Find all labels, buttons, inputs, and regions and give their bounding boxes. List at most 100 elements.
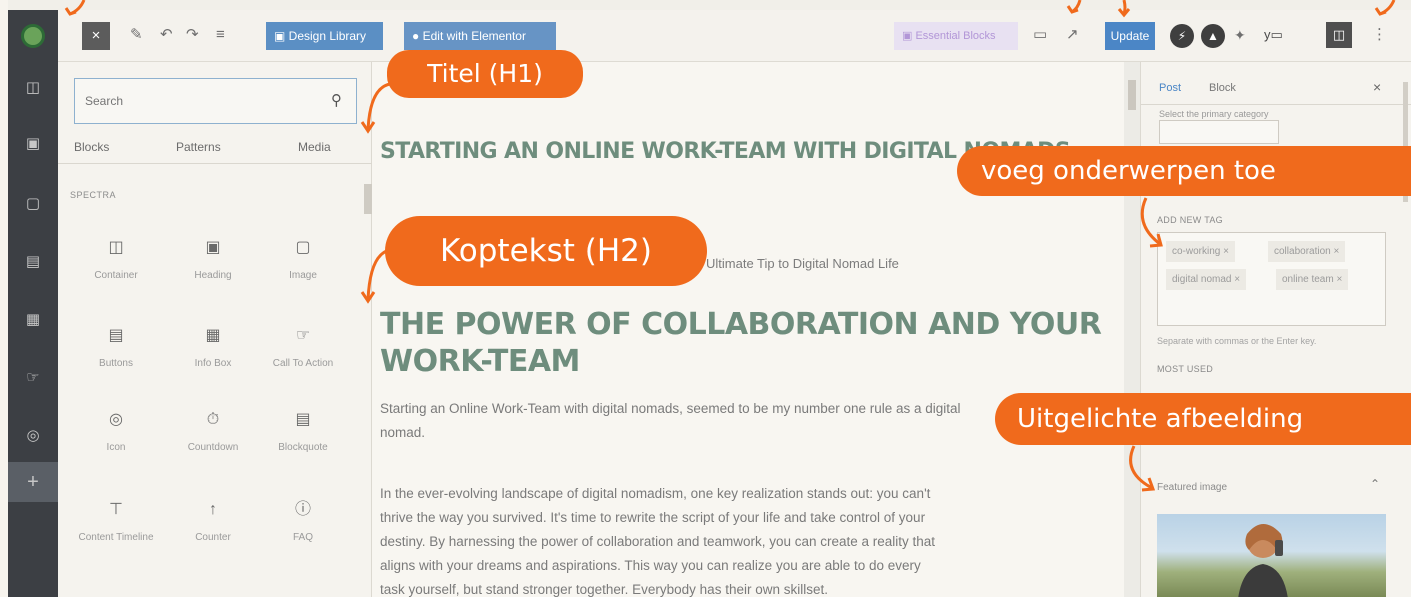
buttons-icon: ▤: [108, 327, 124, 344]
tag-chip[interactable]: digital nomad ×: [1166, 269, 1247, 290]
settings-scrollbar[interactable]: [1401, 62, 1411, 597]
settings-divider: [1141, 104, 1411, 105]
primary-category-label: Select the primary category: [1159, 109, 1269, 119]
preview-desktop-icon[interactable]: ▭: [1033, 25, 1047, 45]
person-photo: [1238, 524, 1288, 597]
block-search-input[interactable]: [85, 79, 315, 122]
timeline-icon: ⊤: [109, 501, 123, 518]
block-image[interactable]: ▢ Image: [258, 236, 348, 282]
top-arrow-update: [1117, 0, 1131, 18]
block-icon[interactable]: ◎ Icon: [71, 408, 161, 454]
image-nav-icon[interactable]: ▢: [21, 192, 45, 216]
paragraph-line: task yourself, but stand stronger togeth…: [380, 582, 828, 597]
callout-tags-arrow: [1140, 197, 1163, 248]
settings-nav-icon[interactable]: ◎: [21, 424, 45, 448]
editor-scrollbar[interactable]: [1124, 62, 1140, 597]
block-buttons[interactable]: ▤ Buttons: [71, 324, 161, 370]
admin-sidebar: ◫ ▣ ▢ ▤ ▦ ☞ ◎ +: [8, 10, 58, 597]
chevron-up-icon[interactable]: ⌃: [1370, 477, 1380, 491]
block-label: Container: [94, 270, 138, 281]
callout-title-arrow: [360, 82, 391, 134]
tag-chip[interactable]: collaboration ×: [1268, 241, 1346, 262]
top-arrow-preview: [1066, 0, 1082, 14]
block-countdown[interactable]: ⏱ Countdown: [168, 408, 258, 454]
most-used-label[interactable]: MOST USED: [1157, 364, 1213, 374]
paragraph-line: thrive the way you survived. It's time t…: [380, 510, 926, 525]
tab-block[interactable]: Block: [1209, 82, 1236, 94]
inserter-scrollbar[interactable]: [364, 170, 372, 590]
more-options-icon[interactable]: ⋮: [1372, 25, 1387, 45]
block-inserter-panel: ⚲ Blocks Patterns Media SPECTRA ◫ Contai…: [58, 62, 372, 597]
featured-image-label[interactable]: Featured image: [1157, 482, 1227, 493]
buttons-nav-icon[interactable]: ▤: [21, 250, 45, 274]
tag-chip[interactable]: online team ×: [1276, 269, 1349, 290]
container-icon: ◫: [108, 239, 124, 256]
editor-canvas: STARTING AN ONLINE WORK-TEAM WITH DIGITA…: [372, 62, 1124, 597]
block-faq[interactable]: ⓘ FAQ: [258, 498, 348, 544]
essential-blocks-button[interactable]: ▣ Essential Blocks: [894, 22, 1018, 50]
countdown-icon: ⏱: [206, 411, 220, 428]
primary-category-select[interactable]: [1159, 120, 1279, 144]
tab-media[interactable]: Media: [298, 140, 331, 154]
tab-patterns[interactable]: Patterns: [176, 140, 221, 154]
pencil-icon[interactable]: ✎: [130, 25, 143, 45]
block-container[interactable]: ◫ Container: [71, 236, 161, 282]
redo-icon[interactable]: ↷: [186, 25, 199, 45]
featured-image[interactable]: [1157, 514, 1386, 597]
tag-input-box[interactable]: co-working × collaboration × digital nom…: [1157, 232, 1386, 326]
top-arrow-left: [64, 0, 86, 16]
image-icon: ▢: [295, 239, 311, 256]
block-blockquote[interactable]: ▤ Blockquote: [258, 408, 348, 454]
list-view-icon[interactable]: ≡: [216, 25, 225, 45]
block-info-box[interactable]: ▦ Info Box: [168, 324, 258, 370]
heading-nav-icon[interactable]: ▣: [21, 132, 45, 156]
undo-icon[interactable]: ↶: [160, 25, 173, 45]
add-block-icon[interactable]: +: [8, 462, 58, 502]
block-label: Blockquote: [278, 442, 328, 453]
tab-post[interactable]: Post: [1159, 82, 1181, 94]
design-library-label: Design Library: [288, 29, 367, 43]
block-heading[interactable]: ▣ Heading: [168, 236, 258, 282]
close-settings-icon[interactable]: ×: [1373, 79, 1381, 95]
block-label: Countdown: [187, 442, 239, 453]
design-library-button[interactable]: ▣ Design Library: [266, 22, 383, 50]
tab-divider: [58, 163, 372, 164]
top-toolbar: × ✎ ↶ ↷ ≡ ▣ Design Library ● Edit with E…: [58, 10, 1411, 62]
faq-icon: ⓘ: [294, 501, 311, 518]
block-call-to-action[interactable]: ☞ Call To Action: [258, 324, 348, 370]
info-nav-icon[interactable]: ▦: [21, 308, 45, 332]
paragraph-line: In the ever-evolving landscape of digita…: [380, 486, 931, 501]
top-arrow-right: [1374, 0, 1396, 16]
jetpack-icon[interactable]: ⚡: [1170, 24, 1194, 48]
settings-toggle-icon[interactable]: ◫: [1326, 22, 1352, 48]
paragraph-intro[interactable]: Starting an Online Work-Team with digita…: [380, 397, 980, 445]
scroll-thumb[interactable]: [364, 184, 372, 214]
block-label: FAQ: [292, 532, 313, 543]
external-view-icon[interactable]: ↗: [1066, 25, 1079, 45]
call-to-action-icon: ☞: [295, 327, 311, 344]
info-box-icon: ▦: [205, 327, 221, 344]
scroll-thumb[interactable]: [1128, 80, 1136, 110]
close-inserter-button[interactable]: ×: [82, 22, 110, 50]
block-label: Image: [289, 270, 317, 281]
subheading[interactable]: Ultimate Tip to Digital Nomad Life: [706, 256, 899, 271]
tab-blocks[interactable]: Blocks: [74, 140, 109, 154]
block-label: Icon: [106, 442, 126, 453]
counter-icon: ↑: [209, 501, 217, 518]
tag-chip[interactable]: co-working ×: [1166, 241, 1235, 262]
yoast-icon[interactable]: y▭: [1264, 25, 1283, 45]
block-label: Info Box: [194, 358, 232, 369]
container-nav-icon[interactable]: ◫: [21, 76, 45, 100]
ai-sparkle-icon[interactable]: ✦: [1234, 25, 1246, 45]
update-button[interactable]: Update: [1105, 22, 1155, 50]
heading-h2[interactable]: THE POWER OF COLLABORATION AND YOUR WORK…: [380, 306, 1120, 380]
settings-sidebar: Post Block × Select the primary category…: [1140, 62, 1411, 597]
block-counter[interactable]: ↑ Counter: [168, 498, 258, 544]
block-content-timeline[interactable]: ⊤ Content Timeline: [71, 498, 161, 544]
site-logo-icon[interactable]: [21, 24, 45, 48]
paragraph-main[interactable]: In the ever-evolving landscape of digita…: [380, 482, 1110, 597]
cta-nav-icon[interactable]: ☞: [21, 366, 45, 390]
block-label: Heading: [194, 270, 232, 281]
edit-elementor-button[interactable]: ● Edit with Elementor: [404, 22, 556, 50]
astra-icon[interactable]: ▲: [1201, 24, 1225, 48]
